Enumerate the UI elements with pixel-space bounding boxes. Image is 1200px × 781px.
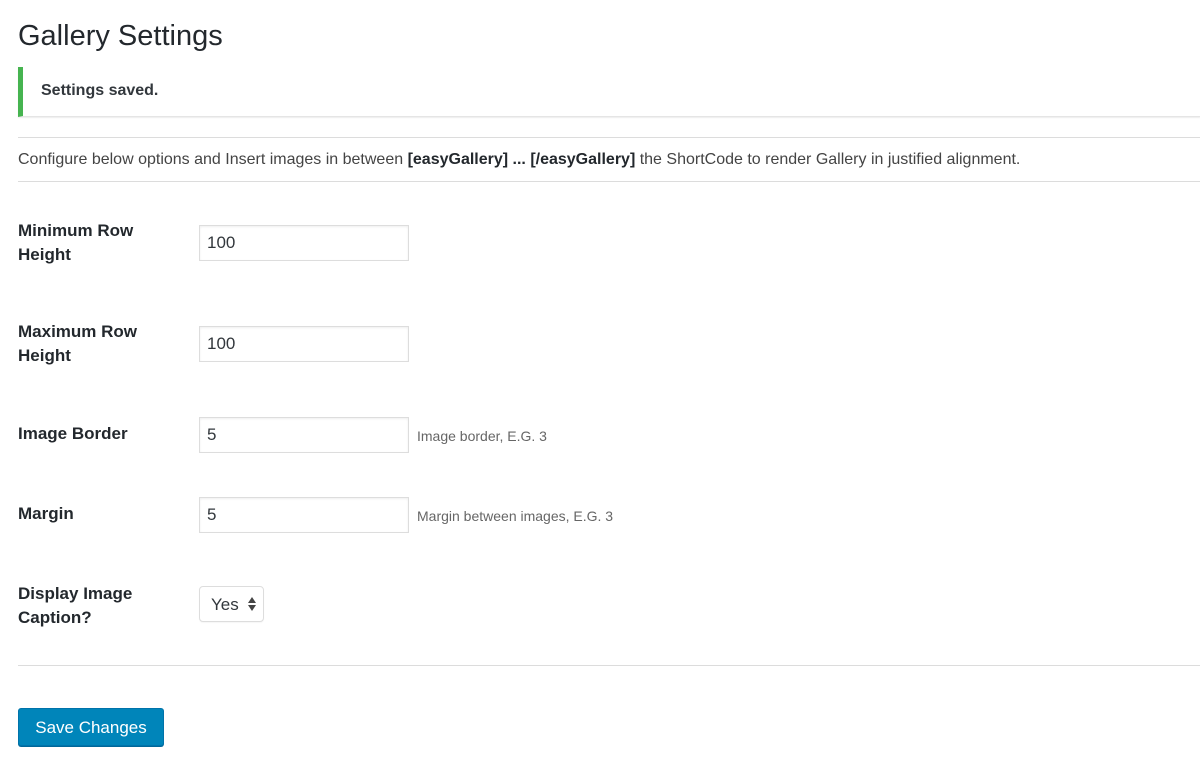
image-border-hint: Image border, E.G. 3 <box>417 428 547 444</box>
max-row-height-label: Maximum Row Height <box>18 322 138 365</box>
page-title: Gallery Settings <box>18 20 223 52</box>
select-value: Yes <box>211 595 239 614</box>
image-border-label: Image Border <box>18 424 128 443</box>
display-caption-label: Display Image Caption? <box>18 584 133 627</box>
settings-saved-notice: Settings saved. <box>18 67 1200 117</box>
min-row-height-label: Minimum Row Height <box>18 221 134 264</box>
min-row-height-input[interactable] <box>199 225 409 261</box>
form-divider <box>18 665 1200 666</box>
image-border-input[interactable] <box>199 417 409 453</box>
description-before: Configure below options and Insert image… <box>18 151 408 168</box>
max-row-height-input[interactable] <box>199 326 409 362</box>
margin-input[interactable] <box>199 497 409 533</box>
description-after: the ShortCode to render Gallery in justi… <box>635 151 1021 168</box>
select-arrows-icon <box>248 597 256 611</box>
save-changes-button[interactable]: Save Changes <box>18 708 164 746</box>
shortcode-text: [easyGallery] ... [/easyGallery] <box>407 151 636 168</box>
display-caption-select[interactable]: Yes <box>199 586 264 622</box>
description-section: Configure below options and Insert image… <box>18 137 1200 182</box>
margin-hint: Margin between images, E.G. 3 <box>417 508 614 524</box>
margin-label: Margin <box>18 504 74 523</box>
notice-text: Settings saved. <box>41 82 159 99</box>
description-text: Configure below options and Insert image… <box>18 151 1020 169</box>
